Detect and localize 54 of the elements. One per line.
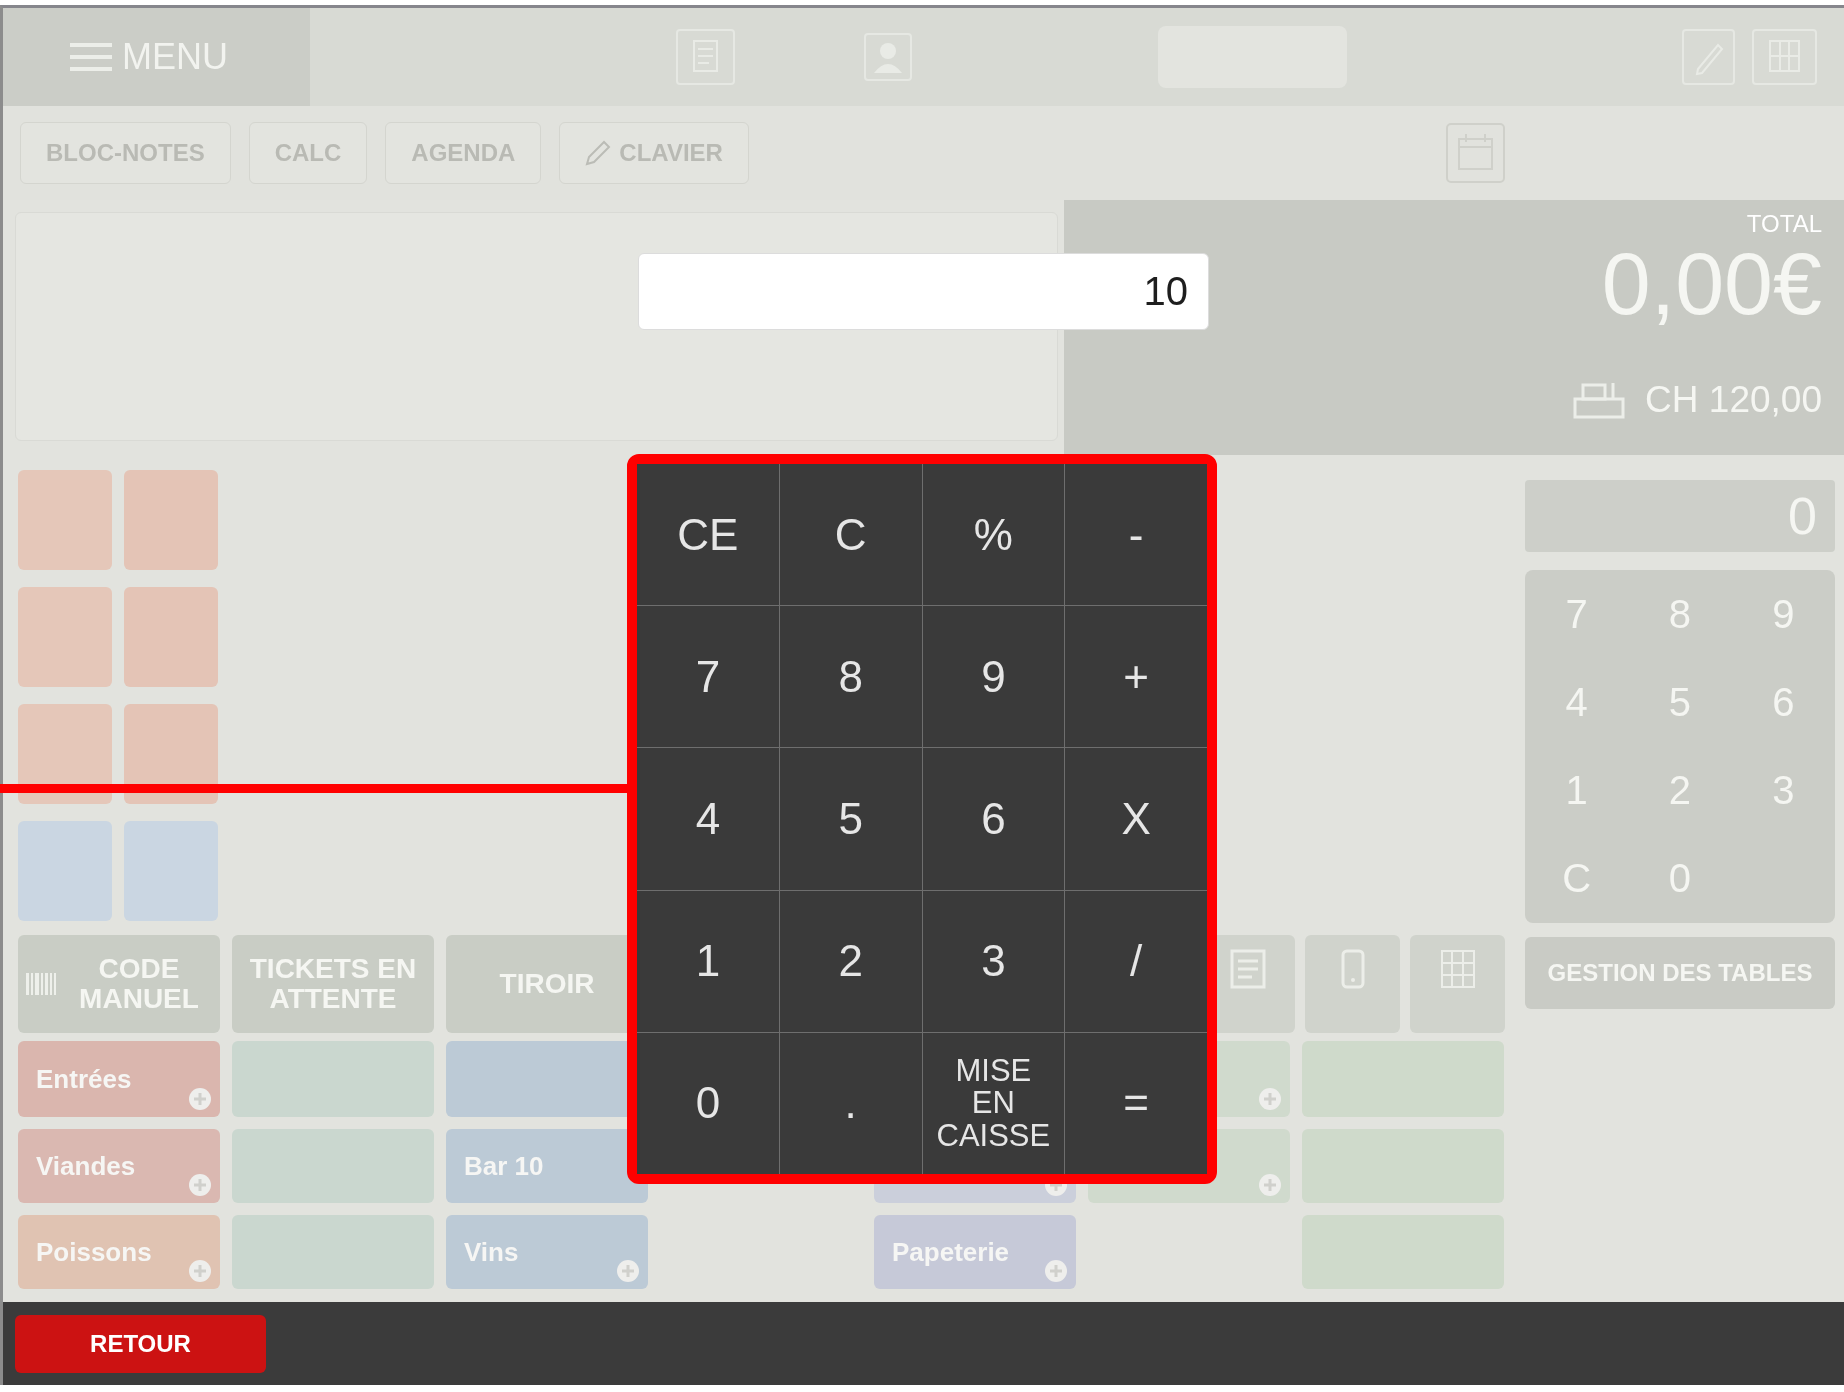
- calculator-key[interactable]: CE: [637, 464, 779, 606]
- category-tile[interactable]: Bar 10: [446, 1129, 648, 1203]
- product-tile[interactable]: [124, 704, 218, 804]
- product-tile[interactable]: [18, 821, 112, 921]
- plus-circle-icon: [1258, 1087, 1282, 1111]
- barcode-icon: [26, 973, 56, 995]
- plus-circle-icon: [188, 1173, 212, 1197]
- product-tile[interactable]: [18, 470, 112, 570]
- calculator-key[interactable]: 3: [922, 890, 1065, 1032]
- pencil-icon: [585, 140, 612, 166]
- product-tile[interactable]: [18, 704, 112, 804]
- category-tile[interactable]: [232, 1215, 434, 1289]
- plus-circle-icon: [188, 1259, 212, 1283]
- calculator-key[interactable]: 1: [637, 890, 779, 1032]
- calculator-display: 10: [638, 253, 1209, 330]
- calculator-key[interactable]: 4: [637, 748, 779, 890]
- calculator-key[interactable]: X: [1065, 748, 1207, 890]
- calculator-key[interactable]: 5: [779, 748, 922, 890]
- shortcut-tile[interactable]: [1305, 935, 1400, 1033]
- plus-circle-icon: [1044, 1259, 1068, 1283]
- product-tile[interactable]: [124, 821, 218, 921]
- calculator-key[interactable]: 2: [779, 890, 922, 1032]
- plus-circle-icon: [1258, 1173, 1282, 1197]
- total-heading: TOTAL: [1746, 212, 1822, 236]
- calculator-key[interactable]: /: [1065, 890, 1207, 1032]
- category-tile[interactable]: [232, 1041, 434, 1117]
- form-icon: [1229, 949, 1266, 989]
- calculator-key[interactable]: .: [779, 1032, 922, 1174]
- category-tile[interactable]: Poissons: [18, 1215, 220, 1289]
- product-tile[interactable]: [124, 470, 218, 570]
- product-tile[interactable]: [124, 587, 218, 687]
- calculator-key[interactable]: 0: [637, 1032, 779, 1174]
- plus-circle-icon: [616, 1259, 640, 1283]
- shortcut-tile[interactable]: [1410, 935, 1505, 1033]
- calculator-key[interactable]: -: [1065, 464, 1207, 606]
- calculator-key[interactable]: 7: [637, 606, 779, 748]
- calculator-key[interactable]: MISE EN CAISSE: [922, 1032, 1065, 1174]
- calculator-key[interactable]: C: [779, 464, 922, 606]
- cash-register-icon: [1573, 381, 1626, 419]
- calculator-key[interactable]: +: [1065, 606, 1207, 748]
- calculator-key[interactable]: =: [1065, 1032, 1207, 1174]
- calculator-key[interactable]: %: [922, 464, 1065, 606]
- product-tile[interactable]: [18, 587, 112, 687]
- calculator-key[interactable]: 6: [922, 748, 1065, 890]
- category-tile[interactable]: Vins: [446, 1215, 648, 1289]
- category-tile[interactable]: Viandes: [18, 1129, 220, 1203]
- menu-icon: [70, 43, 112, 71]
- category-tile[interactable]: [232, 1129, 434, 1203]
- calculator-key[interactable]: 9: [922, 606, 1065, 748]
- back-button[interactable]: RETOUR: [15, 1314, 266, 1373]
- plus-circle-icon: [188, 1087, 212, 1111]
- category-tile[interactable]: Entrées: [18, 1041, 220, 1117]
- grid-icon: [1439, 949, 1476, 989]
- calculator-key[interactable]: 8: [779, 606, 922, 748]
